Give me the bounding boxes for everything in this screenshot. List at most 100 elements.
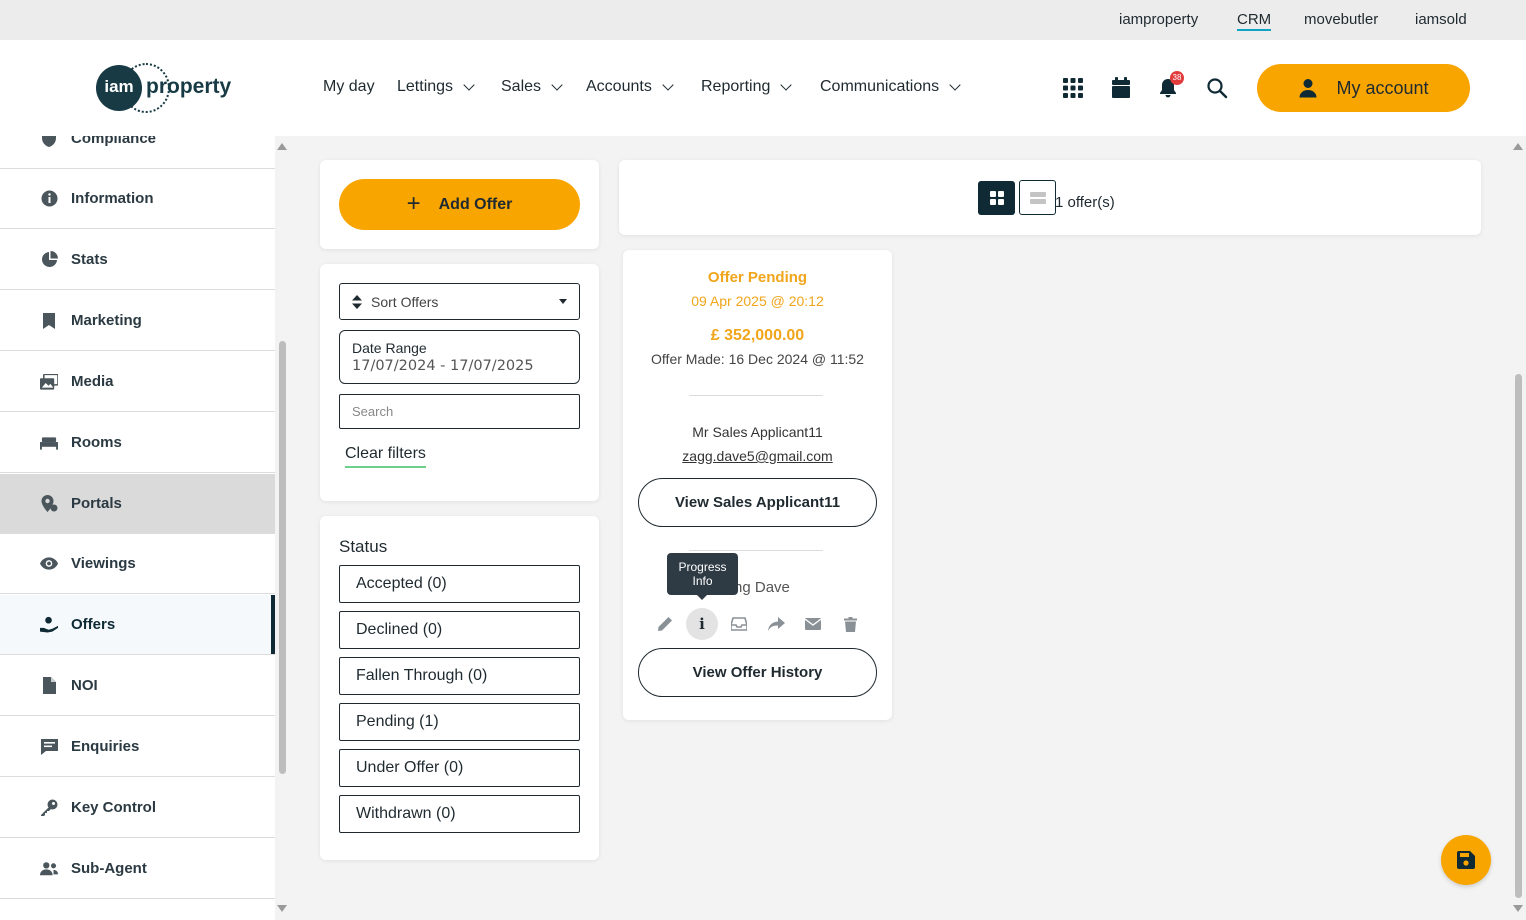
nav-label: My day: [323, 78, 375, 95]
brand-link-iamproperty[interactable]: iamproperty: [1119, 11, 1198, 28]
chevron-down-icon: [551, 79, 563, 91]
list-view-button[interactable]: [1019, 180, 1056, 215]
hand-offer-icon: [40, 616, 58, 634]
sidebar-item-information[interactable]: Information: [0, 169, 275, 229]
applicant-name: Mr Sales Applicant11: [692, 424, 823, 440]
status-pending[interactable]: Pending (1): [339, 703, 580, 741]
nav-communications[interactable]: Communications: [820, 78, 961, 96]
notification-badge: 38: [1170, 71, 1184, 85]
offer-made-date: Offer Made: 16 Dec 2024 @ 11:52: [651, 351, 864, 367]
save-button[interactable]: [1441, 835, 1491, 885]
offer-amount: £ 352,000.00: [710, 327, 805, 344]
sidebar-item-sub-agent[interactable]: Sub-Agent: [0, 839, 275, 899]
sidebar-item-label: Stats: [71, 251, 108, 268]
brand-link-crm[interactable]: CRM: [1237, 11, 1272, 31]
sidebar-item-enquiries[interactable]: Enquiries: [0, 717, 275, 777]
nav-sales[interactable]: Sales: [501, 78, 563, 96]
add-offer-label: Add Offer: [438, 195, 513, 213]
sidebar-scroll-thumb[interactable]: [279, 341, 286, 774]
sidebar-item-portals[interactable]: Portals: [0, 474, 275, 534]
sidebar-item-label: Portals: [71, 495, 122, 512]
nav-my-day[interactable]: My day: [323, 78, 375, 96]
nav-reporting[interactable]: Reporting: [701, 78, 793, 96]
eye-icon: [40, 555, 58, 573]
grid-view-button[interactable]: [978, 181, 1015, 215]
sidebar-item-compliance[interactable]: Compliance: [0, 136, 275, 169]
sidebar-item-label: Rooms: [71, 434, 122, 451]
status-withdrawn[interactable]: Withdrawn (0): [339, 795, 580, 833]
users-icon: [40, 860, 58, 878]
nav-lettings[interactable]: Lettings: [397, 78, 475, 96]
sidebar-item-media[interactable]: Media: [0, 352, 275, 412]
sort-icon: [352, 294, 362, 309]
page-scroll-up-arrow[interactable]: [1513, 143, 1523, 150]
bookmark-icon: [40, 312, 58, 330]
trash-icon[interactable]: [840, 614, 860, 634]
info-icon: [40, 190, 58, 208]
offer-count: 1 offer(s): [1055, 194, 1115, 211]
sidebar-item-stats[interactable]: Stats: [0, 230, 275, 290]
sidebar-item-label: Viewings: [71, 555, 136, 572]
offer-card: Offer Pending 09 Apr 2025 @ 20:12 £ 352,…: [623, 250, 892, 720]
tooltip-line: Info: [692, 574, 713, 588]
chevron-down-icon: [662, 79, 674, 91]
search-icon[interactable]: [1206, 77, 1230, 101]
sort-offers-label: Sort Offers: [371, 293, 439, 310]
message-icon: [40, 738, 58, 756]
apps-grid-icon[interactable]: [1062, 77, 1086, 101]
sidebar-item-key-control[interactable]: Key Control: [0, 778, 275, 838]
sidebar-item-offers[interactable]: Offers: [0, 595, 275, 655]
view-offer-history-button[interactable]: View Offer History: [638, 648, 877, 697]
brand-link-movebutler[interactable]: movebutler: [1304, 11, 1378, 28]
status-under-offer[interactable]: Under Offer (0): [339, 749, 580, 787]
offer-status-date: 09 Apr 2025 @ 20:12: [691, 293, 824, 309]
search-input[interactable]: [339, 394, 580, 429]
status-title: Status: [339, 537, 388, 556]
brand-link-iamsold[interactable]: iamsold: [1415, 11, 1467, 28]
chevron-down-icon: [463, 79, 475, 91]
sidebar-item-viewings[interactable]: Viewings: [0, 534, 275, 594]
divider: [689, 395, 823, 396]
nav-label: Communications: [820, 78, 940, 95]
page-scroll-thumb[interactable]: [1515, 374, 1522, 898]
date-range-field[interactable]: Date Range 17/07/2024 - 17/07/2025: [339, 330, 580, 384]
applicant-email-link[interactable]: zagg.dave5@gmail.com: [623, 448, 892, 464]
logo[interactable]: iam property: [96, 63, 236, 113]
sort-offers-select[interactable]: Sort Offers: [339, 283, 580, 320]
offer-status: Offer Pending: [707, 269, 808, 286]
nav-label: Accounts: [586, 78, 652, 95]
scroll-down-arrow[interactable]: [277, 905, 287, 912]
status-accepted[interactable]: Accepted (0): [339, 565, 580, 603]
sidebar: Compliance Information Stats Marketing M…: [0, 136, 275, 920]
clear-filters-link[interactable]: Clear filters: [345, 445, 426, 468]
nav-label: Reporting: [701, 78, 771, 95]
bed-icon: [40, 434, 58, 452]
sidebar-item-marketing[interactable]: Marketing: [0, 291, 275, 351]
nav-accounts[interactable]: Accounts: [586, 78, 674, 96]
sidebar-item-label: Offers: [71, 616, 116, 633]
add-offer-button[interactable]: + Add Offer: [339, 179, 580, 230]
date-range-label: Date Range: [352, 340, 427, 356]
sidebar-item-label: Media: [71, 373, 114, 390]
save-icon: [1457, 851, 1475, 869]
grid-icon: [989, 191, 1004, 205]
view-applicant-button[interactable]: View Sales Applicant11: [638, 478, 877, 527]
sidebar-item-label: Enquiries: [71, 738, 140, 755]
sidebar-item-label: Sub-Agent: [71, 860, 147, 877]
info-icon[interactable]: i: [686, 608, 718, 640]
sidebar-item-label: Information: [71, 190, 154, 207]
sidebar-item-label: Compliance: [71, 136, 157, 147]
key-icon: [40, 799, 58, 817]
inbox-icon[interactable]: [729, 614, 749, 634]
my-account-button[interactable]: My account: [1257, 64, 1470, 112]
sidebar-item-rooms[interactable]: Rooms: [0, 413, 275, 473]
status-declined[interactable]: Declined (0): [339, 611, 580, 649]
pencil-icon[interactable]: [655, 614, 675, 634]
sidebar-item-noi[interactable]: NOI: [0, 656, 275, 716]
status-fallen-through[interactable]: Fallen Through (0): [339, 657, 580, 695]
page-scroll-down-arrow[interactable]: [1513, 905, 1523, 912]
mail-icon[interactable]: [803, 614, 823, 634]
share-icon[interactable]: [766, 614, 786, 634]
calendar-icon[interactable]: [1110, 77, 1134, 101]
scroll-up-arrow[interactable]: [277, 143, 287, 150]
